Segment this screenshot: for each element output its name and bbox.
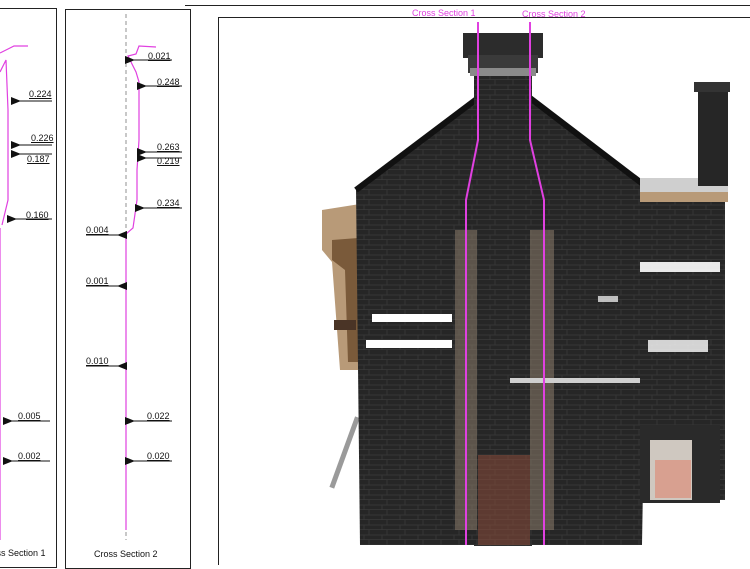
section-1-value-5: 0.005 (18, 411, 41, 421)
section-2-value-4: 0.219 (157, 156, 180, 166)
elevation-label-section-1: Cross Section 1 (412, 8, 476, 18)
section-2-leaders (86, 56, 182, 465)
drawing-canvas (0, 14, 730, 546)
section-2-value-6: 0.004 (86, 225, 109, 235)
section-1-value-1: 0.224 (29, 89, 52, 99)
section-2-value-1: 0.021 (148, 51, 171, 61)
section-2-value-7: 0.001 (86, 276, 109, 286)
section-2-value-9: 0.022 (147, 411, 170, 421)
section-1-profile (0, 45, 28, 540)
section-1-value-6: 0.002 (18, 451, 41, 461)
section-2-value-10: 0.020 (147, 451, 170, 461)
building-elevation (322, 33, 730, 546)
section-2-caption: Cross Section 2 (94, 549, 158, 559)
section-2-value-8: 0.010 (86, 356, 109, 366)
section-2-value-3: 0.263 (157, 142, 180, 152)
section-2-value-2: 0.248 (157, 77, 180, 87)
section-1-value-4: 0.160 (26, 210, 49, 220)
elevation-label-section-2: Cross Section 2 (522, 9, 586, 19)
section-1-value-3: 0.187 (27, 154, 50, 164)
section-2-value-5: 0.234 (157, 198, 180, 208)
section-1-caption: Cross Section 1 (0, 548, 46, 558)
section-1-value-2: 0.226 (31, 133, 54, 143)
